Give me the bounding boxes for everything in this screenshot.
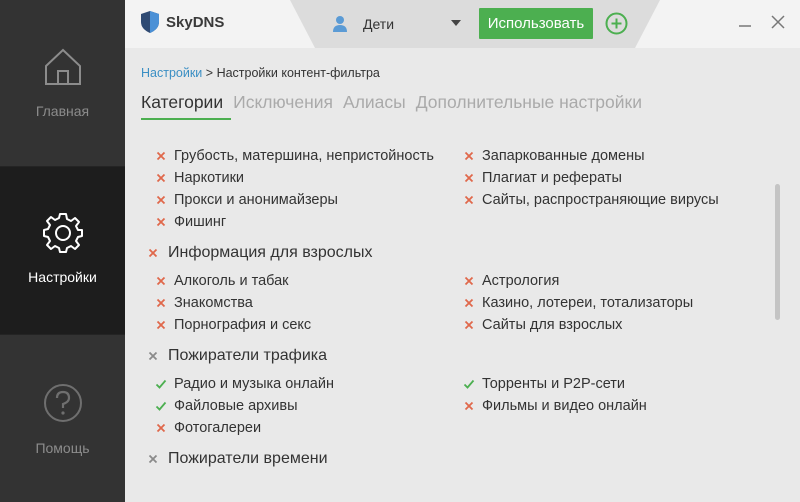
category-item[interactable]: Прокси и анонимайзеры [155,192,338,208]
category-group-title: Пожиратели времени [168,450,328,467]
check-icon[interactable] [155,378,167,390]
category-item[interactable]: Сайты для взрослых [463,317,622,333]
category-label: Фишинг [174,214,227,230]
sidebar-item-label: Настройки [28,269,97,285]
category-label: Фотогалереи [174,420,262,436]
category-label: Файловые архивы [174,398,298,414]
add-profile-icon[interactable] [605,12,628,35]
question-icon [43,384,82,422]
tab-exceptions[interactable]: Исключения [233,92,333,113]
category-item[interactable]: Фотогалереи [155,420,261,436]
category-label: Наркотики [174,170,245,186]
category-item[interactable]: Астрология [463,273,559,289]
tab-categories[interactable]: Категории [141,92,223,113]
category-group[interactable]: Информация для взрослых [147,244,372,262]
sidebar-item-settings[interactable]: Настройки [0,167,125,334]
brand-name: SkyDNS [166,13,225,31]
category-label: Порнография и секс [174,317,312,333]
sidebar-item-label: Главная [35,103,90,119]
category-item[interactable]: Алкоголь и табак [155,273,289,289]
active-tab-indicator [141,118,231,120]
sidebar: Главная Настройки Помощь [0,0,125,502]
scrollbar[interactable] [775,184,780,320]
cross-icon[interactable] [155,150,167,162]
minimize-icon[interactable] [735,12,755,32]
category-label: Грубость, матершина, непристойность [174,148,434,164]
category-item[interactable]: Сайты, распространяющие вирусы [463,192,719,208]
category-item[interactable]: Фишинг [155,214,226,230]
tab-aliases[interactable]: Алиасы [343,92,406,113]
category-item[interactable]: Файловые архивы [155,398,298,414]
category-label: Прокси и анонимайзеры [174,192,338,208]
category-group[interactable]: Пожиратели времени [147,450,328,468]
user-icon [333,16,347,32]
cross-icon[interactable] [463,172,475,184]
category-label: Сайты, распространяющие вирусы [482,192,719,208]
category-label: Алкоголь и табак [174,273,289,289]
cross-icon[interactable] [147,247,159,259]
category-item[interactable]: Радио и музыка онлайн [155,376,334,392]
cross-icon[interactable] [155,216,167,228]
category-item[interactable]: Фильмы и видео онлайн [463,398,647,414]
home-icon [44,48,81,85]
title-bar: SkyDNS Дети Использовать [125,0,800,48]
tabs: Категории Исключения Алиасы Дополнительн… [141,92,652,113]
cross-icon[interactable] [155,194,167,206]
cross-icon[interactable] [155,275,167,287]
category-label: Сайты для взрослых [482,317,623,333]
cross-icon[interactable] [463,319,475,331]
cross-icon[interactable] [155,297,167,309]
tab-advanced[interactable]: Дополнительные настройки [416,92,642,113]
category-label: Торренты и P2P-сети [482,376,626,392]
breadcrumb-current: Настройки контент-фильтра [216,66,380,80]
check-icon[interactable] [463,378,475,390]
category-label: Запаркованные домены [482,148,645,164]
breadcrumb: Настройки > Настройки контент-фильтра [141,66,380,80]
cross-icon[interactable] [155,319,167,331]
breadcrumb-link-settings[interactable]: Настройки [141,66,202,80]
sidebar-item-label: Помощь [35,440,90,456]
category-label: Фильмы и видео онлайн [482,398,647,414]
cross-icon[interactable] [155,422,167,434]
check-icon[interactable] [155,400,167,412]
category-item[interactable]: Казино, лотереи, тотализаторы [463,295,693,311]
content-filter-settings: Настройки > Настройки контент-фильтра Ка… [125,48,800,502]
category-label: Казино, лотереи, тотализаторы [482,295,694,311]
close-icon[interactable] [768,12,788,32]
cross-icon[interactable] [463,150,475,162]
logo: SkyDNS [140,10,224,34]
category-label: Плагиат и рефераты [482,170,622,186]
profile-selector[interactable]: Дети Использовать [290,0,660,48]
cross-icon[interactable] [463,297,475,309]
category-item[interactable]: Грубость, матершина, непристойность [155,148,434,164]
category-item[interactable]: Порнография и секс [155,317,311,333]
breadcrumb-separator: > [205,66,214,80]
cross-icon[interactable] [155,172,167,184]
sidebar-item-help[interactable]: Помощь [0,334,125,502]
category-item[interactable]: Плагиат и рефераты [463,170,622,186]
sidebar-item-home[interactable]: Главная [0,0,125,167]
category-label: Радио и музыка онлайн [174,376,334,392]
chevron-down-icon[interactable] [451,20,461,26]
profile-name: Дети [363,16,395,32]
category-item[interactable]: Торренты и P2P-сети [463,376,625,392]
category-label: Знакомства [174,295,253,311]
category-group-title: Информация для взрослых [168,244,373,261]
category-group[interactable]: Пожиратели трафика [147,347,327,365]
cross-icon[interactable] [463,275,475,287]
gear-icon [42,213,83,253]
category-label: Астрология [482,273,560,289]
category-item[interactable]: Знакомства [155,295,253,311]
category-item[interactable]: Наркотики [155,170,244,186]
cross-icon[interactable] [147,453,159,465]
cross-icon[interactable] [463,400,475,412]
use-button[interactable]: Использовать [479,8,593,39]
category-group-title: Пожиратели трафика [168,347,328,364]
shield-icon [141,11,159,33]
category-item[interactable]: Запаркованные домены [463,148,645,164]
cross-icon[interactable] [463,194,475,206]
cross-icon[interactable] [147,350,159,362]
